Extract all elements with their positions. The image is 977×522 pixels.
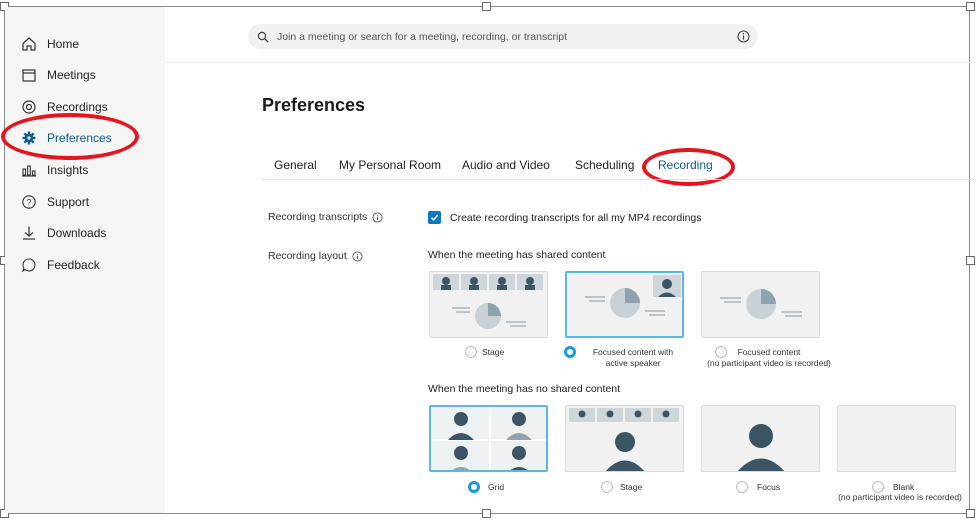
radio-grid[interactable] [468, 481, 480, 493]
search-bar[interactable]: Join a meeting or search for a meeting, … [248, 24, 758, 49]
tab-my-personal-room[interactable]: My Personal Room [339, 158, 441, 172]
transcripts-checkbox-label[interactable]: Create recording transcripts for all my … [450, 212, 702, 224]
tab-audio-and-video[interactable]: Audio and Video [462, 158, 550, 172]
sidebar-item-meetings[interactable]: Meetings [20, 64, 96, 86]
option-label: Focused content [737, 347, 801, 357]
layout-card-grid[interactable] [429, 405, 548, 472]
layout-card-stage-shared[interactable] [429, 271, 548, 338]
layout-card-focused-active-speaker[interactable] [565, 271, 684, 338]
help-icon: ? [20, 193, 38, 211]
sidebar-item-support[interactable]: ? Support [20, 191, 89, 213]
radio-stage[interactable] [601, 481, 613, 493]
check-icon [430, 209, 439, 227]
grid-participants-illustration [431, 407, 546, 470]
page-title: Preferences [262, 95, 366, 115]
chat-icon [20, 256, 38, 274]
option-label: Focused content with [592, 347, 674, 357]
option-label: (no participant video is recorded) [838, 492, 962, 502]
resize-handle[interactable] [966, 509, 975, 518]
radio-stage-shared[interactable] [465, 346, 477, 358]
sidebar-item-label: Feedback [47, 258, 100, 272]
recording-layout-label: Recording layout [268, 250, 363, 262]
sidebar-item-insights[interactable]: Insights [20, 159, 88, 181]
tab-general[interactable]: General [274, 158, 317, 172]
no-shared-content-heading: When the meeting has no shared content [428, 383, 621, 395]
shared-content-heading: When the meeting has shared content [428, 249, 606, 261]
resize-handle[interactable] [966, 256, 975, 265]
calendar-icon [20, 66, 38, 84]
content-pie-illustration [452, 303, 526, 329]
svg-text:?: ? [26, 198, 31, 208]
focus-participant-illustration [737, 424, 785, 471]
sidebar-item-label: Meetings [47, 68, 96, 82]
tab-scheduling[interactable]: Scheduling [575, 158, 634, 172]
sidebar-item-downloads[interactable]: Downloads [20, 222, 106, 244]
sidebar-item-label: Home [47, 37, 80, 51]
option-label: Grid [488, 482, 505, 492]
label-text: Recording layout [268, 250, 347, 262]
search-input[interactable]: Join a meeting or search for a meeting, … [277, 31, 567, 43]
layout-card-focused-content[interactable] [701, 271, 820, 338]
highlight-ellipse-recording-tab [642, 148, 735, 186]
home-icon [20, 35, 38, 53]
search-icon [257, 31, 269, 43]
sidebar-item-label: Support [47, 195, 90, 209]
option-label: Stage [482, 347, 505, 357]
label-text: Recording transcripts [268, 211, 368, 223]
radio-focus[interactable] [736, 481, 748, 493]
divider [165, 62, 972, 63]
option-label: Stage [620, 482, 643, 492]
sidebar-item-label: Insights [47, 163, 89, 177]
radio-focused-active-speaker[interactable] [564, 346, 576, 358]
download-icon [20, 224, 38, 242]
info-icon[interactable] [352, 250, 363, 262]
participant-thumbnails [433, 274, 543, 290]
tab-divider [262, 179, 972, 180]
transcripts-checkbox[interactable] [428, 211, 441, 224]
option-label: Focus [757, 482, 781, 492]
stage-participants-illustration [569, 408, 679, 471]
info-icon[interactable] [737, 30, 750, 46]
sidebar-item-feedback[interactable]: Feedback [20, 254, 100, 276]
layout-card-blank[interactable] [837, 405, 956, 472]
resize-handle[interactable] [482, 2, 491, 11]
recording-transcripts-label: Recording transcripts [268, 211, 383, 223]
radio-focused-content[interactable] [715, 346, 727, 358]
sidebar-item-home[interactable]: Home [20, 33, 79, 55]
option-label: active speaker [605, 358, 661, 368]
active-speaker-thumbnail [653, 275, 681, 297]
option-label: (no participant video is recorded) [707, 358, 831, 368]
layout-card-focus[interactable] [701, 405, 820, 472]
layout-card-stage[interactable] [565, 405, 684, 472]
info-icon[interactable] [372, 211, 383, 223]
highlight-ellipse-preferences [1, 113, 139, 160]
resize-handle[interactable] [482, 509, 491, 518]
content-pie-illustration [720, 289, 802, 319]
record-icon [20, 98, 38, 116]
resize-handle[interactable] [966, 2, 975, 11]
sidebar-item-label: Recordings [47, 100, 108, 114]
bar-chart-icon [20, 161, 38, 179]
sidebar-item-label: Downloads [47, 226, 107, 240]
